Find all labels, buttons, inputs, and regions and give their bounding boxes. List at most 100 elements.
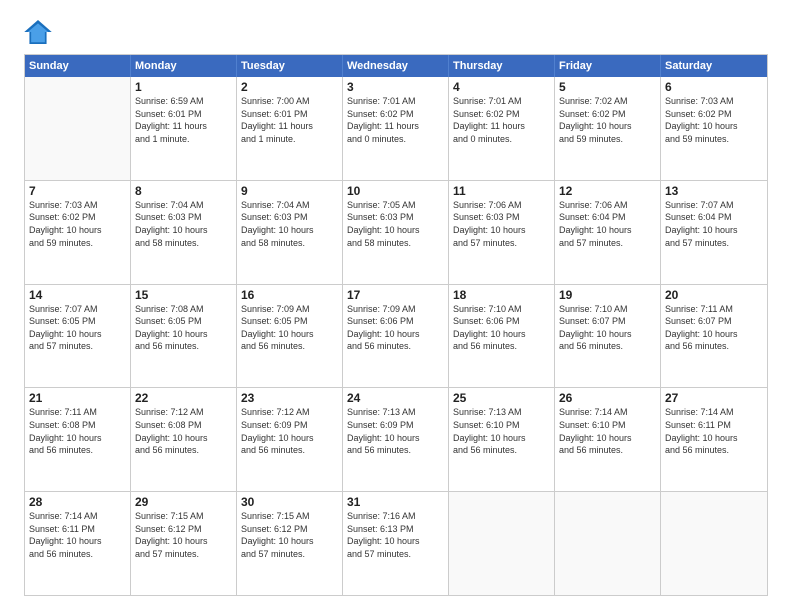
cell-day-number: 15 bbox=[135, 288, 232, 302]
cell-day-number: 8 bbox=[135, 184, 232, 198]
calendar-row-5: 28Sunrise: 7:14 AM Sunset: 6:11 PM Dayli… bbox=[25, 492, 767, 595]
cell-r0-c1: 1Sunrise: 6:59 AM Sunset: 6:01 PM Daylig… bbox=[131, 77, 237, 180]
cell-r1-c4: 11Sunrise: 7:06 AM Sunset: 6:03 PM Dayli… bbox=[449, 181, 555, 284]
cell-day-number: 13 bbox=[665, 184, 763, 198]
page: Sunday Monday Tuesday Wednesday Thursday… bbox=[0, 0, 792, 612]
cell-r1-c6: 13Sunrise: 7:07 AM Sunset: 6:04 PM Dayli… bbox=[661, 181, 767, 284]
cell-info-text: Sunrise: 7:14 AM Sunset: 6:10 PM Dayligh… bbox=[559, 406, 656, 456]
cell-r4-c1: 29Sunrise: 7:15 AM Sunset: 6:12 PM Dayli… bbox=[131, 492, 237, 595]
cell-info-text: Sunrise: 7:13 AM Sunset: 6:10 PM Dayligh… bbox=[453, 406, 550, 456]
cell-day-number: 1 bbox=[135, 80, 232, 94]
cell-day-number: 2 bbox=[241, 80, 338, 94]
cell-info-text: Sunrise: 7:12 AM Sunset: 6:08 PM Dayligh… bbox=[135, 406, 232, 456]
cell-info-text: Sunrise: 7:03 AM Sunset: 6:02 PM Dayligh… bbox=[665, 95, 763, 145]
calendar-header: Sunday Monday Tuesday Wednesday Thursday… bbox=[25, 55, 767, 77]
cell-info-text: Sunrise: 7:12 AM Sunset: 6:09 PM Dayligh… bbox=[241, 406, 338, 456]
cell-r4-c5 bbox=[555, 492, 661, 595]
cell-info-text: Sunrise: 7:07 AM Sunset: 6:04 PM Dayligh… bbox=[665, 199, 763, 249]
cell-r3-c6: 27Sunrise: 7:14 AM Sunset: 6:11 PM Dayli… bbox=[661, 388, 767, 491]
calendar-row-4: 21Sunrise: 7:11 AM Sunset: 6:08 PM Dayli… bbox=[25, 388, 767, 492]
cell-r2-c1: 15Sunrise: 7:08 AM Sunset: 6:05 PM Dayli… bbox=[131, 285, 237, 388]
cell-r0-c6: 6Sunrise: 7:03 AM Sunset: 6:02 PM Daylig… bbox=[661, 77, 767, 180]
cell-r1-c1: 8Sunrise: 7:04 AM Sunset: 6:03 PM Daylig… bbox=[131, 181, 237, 284]
cell-day-number: 10 bbox=[347, 184, 444, 198]
cell-r1-c2: 9Sunrise: 7:04 AM Sunset: 6:03 PM Daylig… bbox=[237, 181, 343, 284]
cell-info-text: Sunrise: 7:09 AM Sunset: 6:06 PM Dayligh… bbox=[347, 303, 444, 353]
cell-r4-c0: 28Sunrise: 7:14 AM Sunset: 6:11 PM Dayli… bbox=[25, 492, 131, 595]
cell-day-number: 7 bbox=[29, 184, 126, 198]
cell-r0-c0 bbox=[25, 77, 131, 180]
cell-info-text: Sunrise: 7:10 AM Sunset: 6:07 PM Dayligh… bbox=[559, 303, 656, 353]
cell-info-text: Sunrise: 7:00 AM Sunset: 6:01 PM Dayligh… bbox=[241, 95, 338, 145]
cell-info-text: Sunrise: 7:14 AM Sunset: 6:11 PM Dayligh… bbox=[29, 510, 126, 560]
cell-day-number: 18 bbox=[453, 288, 550, 302]
cell-info-text: Sunrise: 7:11 AM Sunset: 6:08 PM Dayligh… bbox=[29, 406, 126, 456]
cell-day-number: 6 bbox=[665, 80, 763, 94]
cell-info-text: Sunrise: 7:02 AM Sunset: 6:02 PM Dayligh… bbox=[559, 95, 656, 145]
cell-info-text: Sunrise: 7:15 AM Sunset: 6:12 PM Dayligh… bbox=[241, 510, 338, 560]
logo-icon bbox=[24, 20, 52, 44]
cell-day-number: 25 bbox=[453, 391, 550, 405]
cell-day-number: 17 bbox=[347, 288, 444, 302]
cell-r1-c5: 12Sunrise: 7:06 AM Sunset: 6:04 PM Dayli… bbox=[555, 181, 661, 284]
cell-day-number: 16 bbox=[241, 288, 338, 302]
cell-r2-c6: 20Sunrise: 7:11 AM Sunset: 6:07 PM Dayli… bbox=[661, 285, 767, 388]
header bbox=[24, 20, 768, 44]
cell-info-text: Sunrise: 7:06 AM Sunset: 6:04 PM Dayligh… bbox=[559, 199, 656, 249]
cell-info-text: Sunrise: 7:04 AM Sunset: 6:03 PM Dayligh… bbox=[135, 199, 232, 249]
col-tuesday: Tuesday bbox=[237, 55, 343, 77]
calendar-row-2: 7Sunrise: 7:03 AM Sunset: 6:02 PM Daylig… bbox=[25, 181, 767, 285]
cell-r3-c2: 23Sunrise: 7:12 AM Sunset: 6:09 PM Dayli… bbox=[237, 388, 343, 491]
cell-info-text: Sunrise: 7:05 AM Sunset: 6:03 PM Dayligh… bbox=[347, 199, 444, 249]
cell-r1-c0: 7Sunrise: 7:03 AM Sunset: 6:02 PM Daylig… bbox=[25, 181, 131, 284]
cell-day-number: 19 bbox=[559, 288, 656, 302]
col-thursday: Thursday bbox=[449, 55, 555, 77]
cell-info-text: Sunrise: 6:59 AM Sunset: 6:01 PM Dayligh… bbox=[135, 95, 232, 145]
cell-r0-c2: 2Sunrise: 7:00 AM Sunset: 6:01 PM Daylig… bbox=[237, 77, 343, 180]
cell-info-text: Sunrise: 7:13 AM Sunset: 6:09 PM Dayligh… bbox=[347, 406, 444, 456]
cell-info-text: Sunrise: 7:08 AM Sunset: 6:05 PM Dayligh… bbox=[135, 303, 232, 353]
cell-r3-c4: 25Sunrise: 7:13 AM Sunset: 6:10 PM Dayli… bbox=[449, 388, 555, 491]
cell-info-text: Sunrise: 7:03 AM Sunset: 6:02 PM Dayligh… bbox=[29, 199, 126, 249]
cell-day-number: 29 bbox=[135, 495, 232, 509]
cell-day-number: 30 bbox=[241, 495, 338, 509]
cell-day-number: 26 bbox=[559, 391, 656, 405]
cell-day-number: 14 bbox=[29, 288, 126, 302]
cell-day-number: 22 bbox=[135, 391, 232, 405]
col-wednesday: Wednesday bbox=[343, 55, 449, 77]
cell-day-number: 12 bbox=[559, 184, 656, 198]
col-sunday: Sunday bbox=[25, 55, 131, 77]
col-friday: Friday bbox=[555, 55, 661, 77]
cell-info-text: Sunrise: 7:10 AM Sunset: 6:06 PM Dayligh… bbox=[453, 303, 550, 353]
cell-r4-c3: 31Sunrise: 7:16 AM Sunset: 6:13 PM Dayli… bbox=[343, 492, 449, 595]
cell-day-number: 9 bbox=[241, 184, 338, 198]
cell-day-number: 23 bbox=[241, 391, 338, 405]
calendar-row-1: 1Sunrise: 6:59 AM Sunset: 6:01 PM Daylig… bbox=[25, 77, 767, 181]
cell-info-text: Sunrise: 7:09 AM Sunset: 6:05 PM Dayligh… bbox=[241, 303, 338, 353]
cell-r4-c6 bbox=[661, 492, 767, 595]
cell-r0-c4: 4Sunrise: 7:01 AM Sunset: 6:02 PM Daylig… bbox=[449, 77, 555, 180]
cell-r1-c3: 10Sunrise: 7:05 AM Sunset: 6:03 PM Dayli… bbox=[343, 181, 449, 284]
cell-r4-c4 bbox=[449, 492, 555, 595]
cell-info-text: Sunrise: 7:01 AM Sunset: 6:02 PM Dayligh… bbox=[347, 95, 444, 145]
cell-day-number: 11 bbox=[453, 184, 550, 198]
cell-info-text: Sunrise: 7:07 AM Sunset: 6:05 PM Dayligh… bbox=[29, 303, 126, 353]
cell-info-text: Sunrise: 7:01 AM Sunset: 6:02 PM Dayligh… bbox=[453, 95, 550, 145]
cell-day-number: 27 bbox=[665, 391, 763, 405]
cell-r4-c2: 30Sunrise: 7:15 AM Sunset: 6:12 PM Dayli… bbox=[237, 492, 343, 595]
cell-day-number: 24 bbox=[347, 391, 444, 405]
cell-r2-c3: 17Sunrise: 7:09 AM Sunset: 6:06 PM Dayli… bbox=[343, 285, 449, 388]
cell-r3-c0: 21Sunrise: 7:11 AM Sunset: 6:08 PM Dayli… bbox=[25, 388, 131, 491]
cell-info-text: Sunrise: 7:06 AM Sunset: 6:03 PM Dayligh… bbox=[453, 199, 550, 249]
calendar: Sunday Monday Tuesday Wednesday Thursday… bbox=[24, 54, 768, 596]
cell-info-text: Sunrise: 7:11 AM Sunset: 6:07 PM Dayligh… bbox=[665, 303, 763, 353]
cell-r0-c3: 3Sunrise: 7:01 AM Sunset: 6:02 PM Daylig… bbox=[343, 77, 449, 180]
cell-day-number: 31 bbox=[347, 495, 444, 509]
cell-info-text: Sunrise: 7:16 AM Sunset: 6:13 PM Dayligh… bbox=[347, 510, 444, 560]
cell-r2-c2: 16Sunrise: 7:09 AM Sunset: 6:05 PM Dayli… bbox=[237, 285, 343, 388]
cell-r0-c5: 5Sunrise: 7:02 AM Sunset: 6:02 PM Daylig… bbox=[555, 77, 661, 180]
col-monday: Monday bbox=[131, 55, 237, 77]
cell-day-number: 20 bbox=[665, 288, 763, 302]
cell-info-text: Sunrise: 7:15 AM Sunset: 6:12 PM Dayligh… bbox=[135, 510, 232, 560]
cell-day-number: 28 bbox=[29, 495, 126, 509]
